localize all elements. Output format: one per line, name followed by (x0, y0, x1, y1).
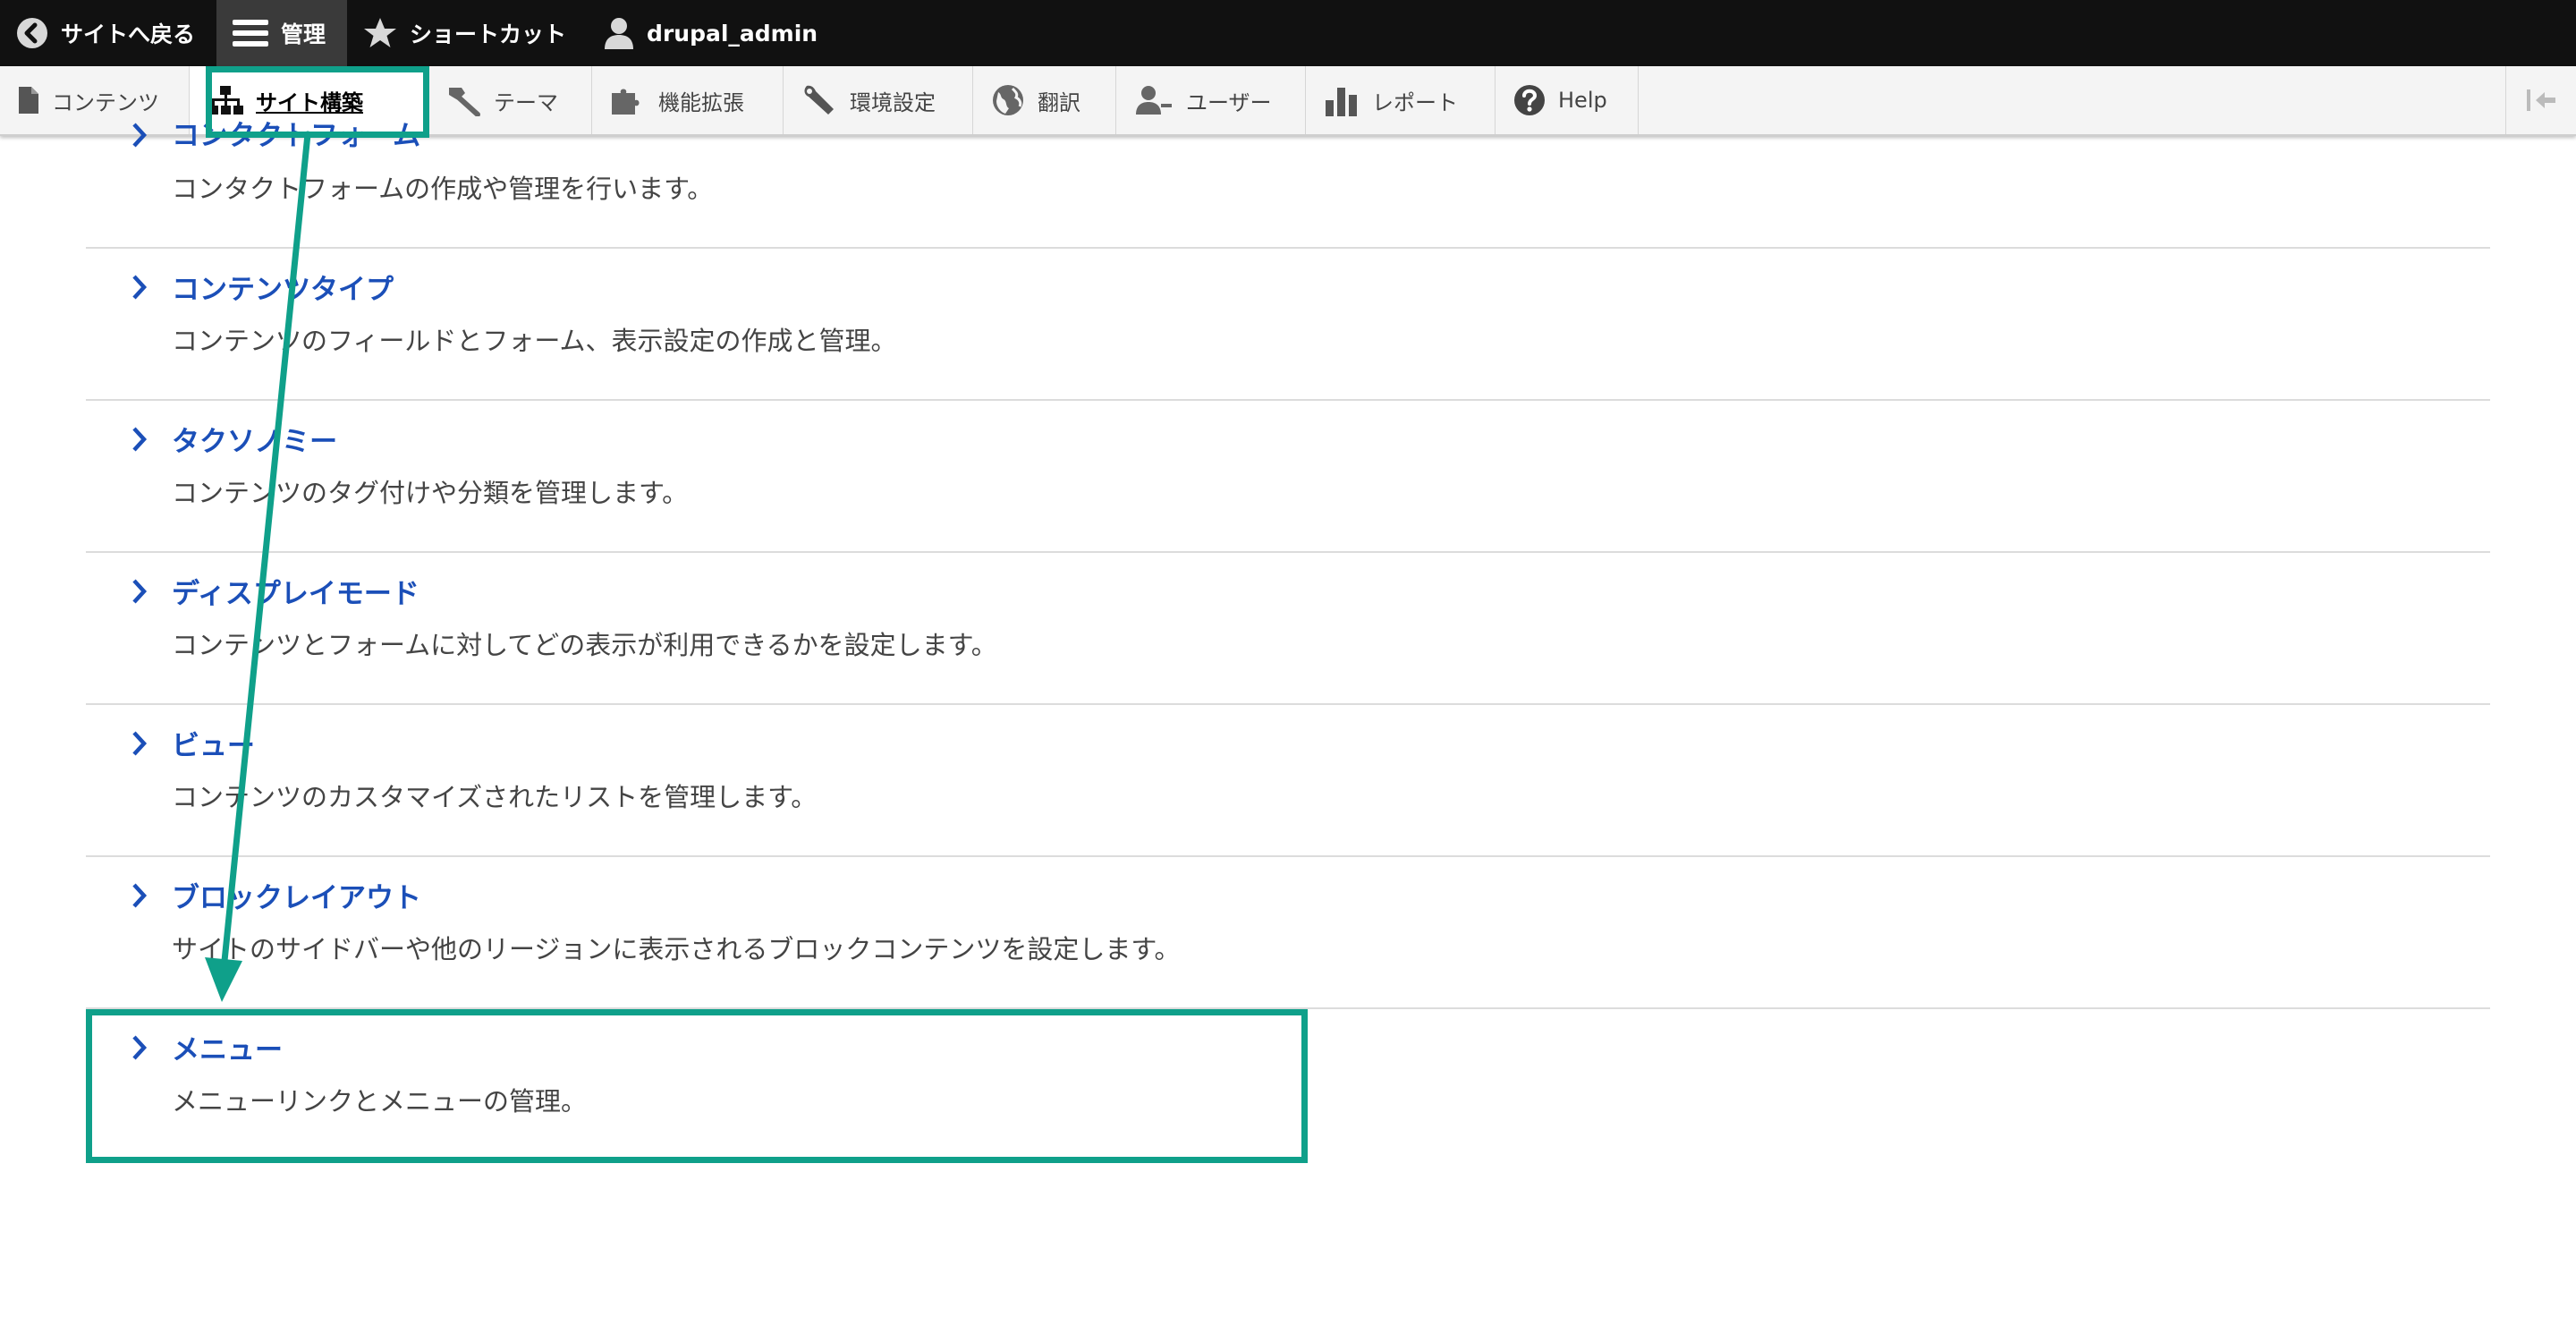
list-item-description: サイトのサイドバーや他のリージョンに表示されるブロックコンテンツを設定します。 (172, 934, 1181, 964)
chevron-right-icon (132, 275, 148, 300)
list-item-title-link[interactable]: メニュー (172, 1027, 283, 1067)
wrench-icon (804, 85, 834, 115)
chevron-right-icon (132, 579, 148, 604)
back-to-site-button[interactable]: サイトへ戻る (0, 0, 216, 66)
chevron-right-icon (132, 123, 148, 148)
chevron-right-icon (132, 731, 148, 756)
chevron-right-icon (132, 883, 148, 908)
user-label: drupal_admin (647, 20, 818, 47)
tray-orientation-toggle[interactable] (2505, 66, 2576, 134)
tray-item-people-label: ユーザー (1186, 89, 1272, 115)
shortcuts-label: ショートカット (410, 21, 567, 47)
chevron-right-icon (132, 427, 148, 452)
list-item-description: メニューリンクとメニューの管理。 (172, 1086, 588, 1117)
list-item-menus: メニュー メニューリンクとメニューの管理。 (86, 1009, 2490, 1161)
structure-admin-list: コンタクトフォーム コンタクトフォームの作成や管理を行います。 コンテンツタイプ… (86, 116, 2490, 1161)
list-item-description: コンテンツのカスタマイズされたリストを管理します。 (172, 782, 818, 812)
globe-icon (993, 85, 1023, 115)
list-item-description: コンタクトフォームの作成や管理を行います。 (172, 174, 714, 204)
list-item-description: コンテンツとフォームに対してどの表示が利用できるかを設定します。 (172, 630, 997, 660)
list-item-content-types: コンテンツタイプ コンテンツのフィールドとフォーム、表示設定の作成と管理。 (86, 249, 2490, 401)
list-item-contact-forms: コンタクトフォーム コンタクトフォームの作成や管理を行います。 (86, 116, 2490, 249)
sitemap-icon (208, 86, 243, 115)
list-item-title-link[interactable]: コンテンツタイプ (172, 267, 394, 307)
list-item-title-link[interactable]: タクソノミー (172, 419, 337, 459)
user-icon (605, 18, 634, 49)
tray-item-extend-label: 機能拡張 (658, 89, 744, 115)
tray-item-content-label: コンテンツ (52, 89, 159, 115)
tray-item-configuration-label: 環境設定 (850, 89, 936, 115)
people-icon (1136, 86, 1172, 115)
paintbrush-icon (449, 88, 480, 116)
hamburger-icon (233, 20, 269, 47)
manage-label: 管理 (281, 21, 326, 47)
bar-chart-icon (1326, 88, 1357, 116)
list-item-description: コンテンツのフィールドとフォーム、表示設定の作成と管理。 (172, 326, 897, 356)
chevron-right-icon (132, 1035, 148, 1060)
tray-item-appearance-label: テーマ (494, 89, 558, 115)
tray-item-translate-label: 翻訳 (1038, 89, 1080, 115)
list-item-title-link[interactable]: ビュー (172, 723, 255, 763)
manage-menu-button[interactable]: 管理 (216, 0, 348, 66)
list-item-views: ビュー コンテンツのカスタマイズされたリストを管理します。 (86, 705, 2490, 857)
list-item-title-link[interactable]: コンタクトフォーム (172, 113, 420, 153)
user-menu-button[interactable]: drupal_admin (588, 0, 839, 66)
list-item-display-modes: ディスプレイモード コンテンツとフォームに対してどの表示が利用できるかを設定しま… (86, 553, 2490, 705)
shortcuts-button[interactable]: ショートカット (347, 0, 588, 66)
collapse-left-icon (2527, 89, 2555, 111)
tray-item-help-label: Help (1558, 88, 1607, 113)
list-item-title-link[interactable]: ディスプレイモード (172, 571, 419, 611)
back-to-site-label: サイトへ戻る (61, 21, 196, 47)
question-icon (1514, 85, 1545, 115)
list-item-description: コンテンツのタグ付けや分類を管理します。 (172, 478, 689, 508)
chevron-left-circle-icon (17, 18, 47, 48)
tray-item-reports-label: レポート (1372, 89, 1458, 115)
list-item-title-link[interactable]: ブロックレイアウト (172, 875, 421, 915)
list-item-taxonomy: タクソノミー コンテンツのタグ付けや分類を管理します。 (86, 401, 2490, 553)
list-item-block-layout: ブロックレイアウト サイトのサイドバーや他のリージョンに表示されるブロックコンテ… (86, 857, 2490, 1009)
star-icon (364, 18, 397, 47)
puzzle-icon (612, 89, 640, 115)
page-icon (19, 87, 38, 114)
tray-item-structure-label: サイト構築 (256, 89, 363, 115)
admin-toolbar: サイトへ戻る 管理 ショートカット drupal_admin (0, 0, 2576, 66)
